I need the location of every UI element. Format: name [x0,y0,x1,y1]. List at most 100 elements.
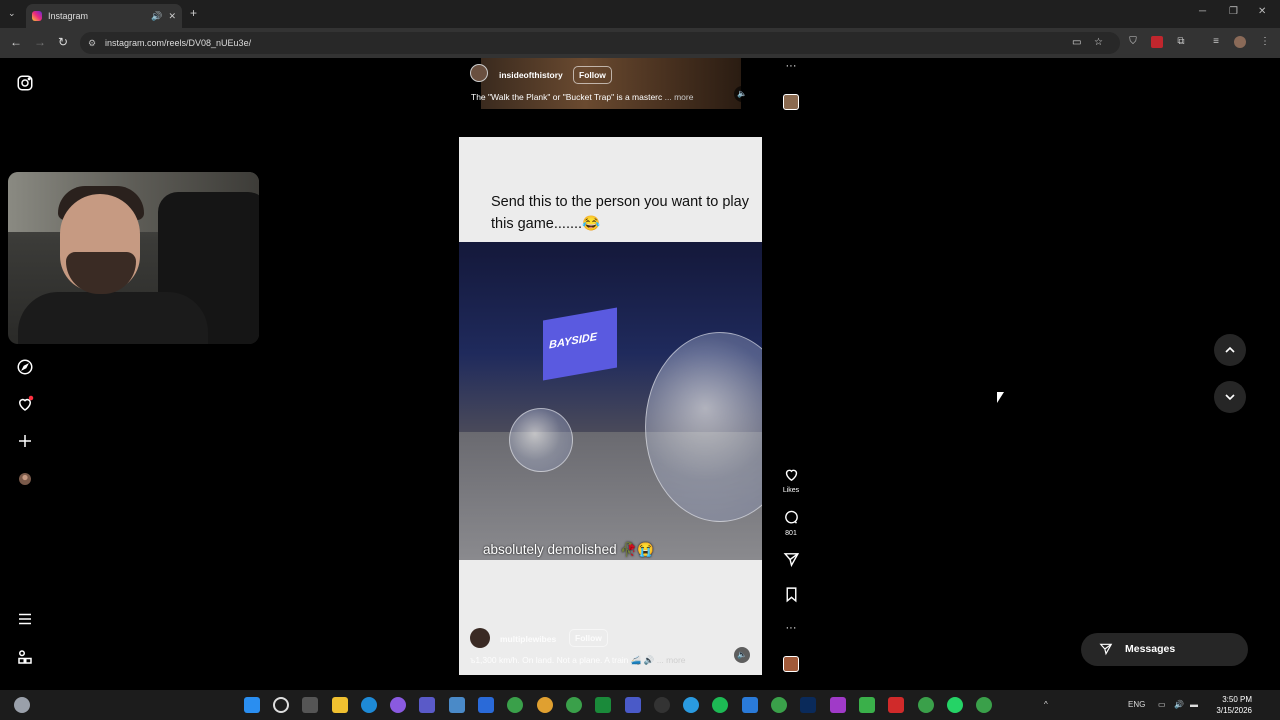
battery-icon[interactable]: ▬ [1190,700,1198,709]
reel-follow-button[interactable]: Follow [569,629,608,647]
language-indicator[interactable]: ENG [1128,700,1145,709]
previous-reel-follow-button[interactable]: Follow [573,66,612,84]
file-explorer-icon[interactable] [332,697,348,713]
app-green-icon[interactable] [859,697,875,713]
webcam-overlay [8,172,259,344]
messages-label: Messages [1125,643,1176,655]
site-info-icon[interactable]: ⚙ [88,32,96,54]
extensions-puzzle-icon[interactable]: ⧉ [1175,36,1187,48]
reel-volume-icon[interactable]: 🔈 [734,647,750,663]
search-icon[interactable] [273,697,289,713]
comment-icon[interactable] [782,509,800,531]
profile-avatar-icon[interactable] [1234,36,1246,48]
volume-icon[interactable]: 🔊 [1174,700,1184,709]
instagram-logo-icon[interactable] [16,74,34,92]
reel-audio-thumb[interactable] [783,656,799,672]
create-plus-icon[interactable] [16,432,34,450]
copilot-icon[interactable] [390,697,406,713]
windows-start-icon[interactable] [244,697,260,713]
previous-reel-caption: The "Walk the Plank" or "Bucket Trap" is… [471,92,693,102]
tray-chevron-icon[interactable]: ^ [1044,700,1048,709]
previous-reel-avatar[interactable] [470,64,488,82]
messages-button[interactable]: Messages [1081,633,1248,666]
vscode-icon[interactable] [742,697,758,713]
photos-icon[interactable] [449,697,465,713]
reel-video-frame: BAYSIDE absolutely demolished 🥀😭 [459,242,762,560]
previous-reel-username[interactable]: insideofthistory [499,70,563,80]
xbox-icon[interactable] [595,697,611,713]
reel-caption: ъ1,300 km/h. On land. Not a plane. A tra… [470,655,686,666]
previous-reel-volume-icon[interactable]: 🔈 [734,86,750,102]
current-reel-video[interactable]: Send this to the person you want to play… [459,137,762,675]
mouse-cursor [997,392,1004,403]
reload-icon[interactable]: ↻ [58,35,68,49]
media-control-icon[interactable]: ≡ [1210,36,1222,48]
chrome-icon-2[interactable] [771,697,787,713]
messages-send-icon [1099,643,1113,656]
previous-reel-audio-thumb[interactable] [783,94,799,110]
more-link[interactable]: ... more [657,655,686,665]
caption-text: The "Walk the Plank" or "Bucket Trap" is… [471,92,663,102]
more-link[interactable]: ... more [665,92,694,102]
previous-reel-button[interactable] [1214,334,1246,366]
telegram-icon[interactable] [683,697,699,713]
weather-widget-icon[interactable] [14,697,30,713]
chrome-active-icon[interactable] [918,697,934,713]
reel-more-icon[interactable]: ··· [782,622,800,634]
mail-icon[interactable] [478,697,494,713]
share-send-icon[interactable] [782,551,800,573]
clock-time: 3:50 PM [1222,695,1252,704]
save-bookmark-icon[interactable] [782,586,800,608]
new-tab-button[interactable]: + [190,6,197,20]
next-reel-button[interactable] [1214,381,1246,413]
close-window-button[interactable]: ✕ [1258,6,1266,17]
chrome-icon-3[interactable] [976,697,992,713]
teams-icon[interactable] [419,697,435,713]
app-icon[interactable] [625,697,641,713]
browser-toolbar: ← → ↻ ⚙ instagram.com/reels/DV08_nUEu3e/… [0,28,1280,58]
speaker-icon[interactable]: 🔊 [151,11,162,22]
video-caption-text: absolutely demolished 🥀😭 [483,542,654,557]
minimize-button[interactable]: ─ [1199,6,1206,17]
chrome-icon[interactable] [507,697,523,713]
forward-arrow-icon[interactable]: → [34,35,46,49]
tab-search-icon[interactable]: ⌄ [8,8,16,19]
spotify-icon[interactable] [712,697,728,713]
back-arrow-icon[interactable]: ← [10,35,22,49]
app-red-icon[interactable] [888,697,904,713]
reel-author-avatar[interactable] [470,628,490,648]
explore-icon[interactable] [16,358,34,376]
reel-overlay-text: Send this to the person you want to play… [491,194,749,232]
instagram-favicon-icon [32,11,42,21]
address-bar[interactable]: ⚙ instagram.com/reels/DV08_nUEu3e/ ▭ ☆ [80,32,1120,54]
system-clock[interactable]: 3:50 PM 3/15/2026 [1212,694,1252,716]
app-purple-icon[interactable] [830,697,846,713]
notifications-heart-icon[interactable] [16,395,34,413]
profile-avatar-icon[interactable] [16,470,34,488]
restore-button[interactable]: ❐ [1229,6,1238,17]
network-icon[interactable]: ▭ [1158,700,1166,709]
task-view-icon[interactable] [302,697,318,713]
browser-app-icon[interactable] [537,697,553,713]
tab-close-button[interactable]: ✕ [168,11,176,22]
photoshop-icon[interactable] [800,697,816,713]
kebab-menu-icon[interactable]: ⋮ [1259,36,1271,48]
previous-reel-more-icon[interactable]: ··· [782,60,800,72]
chrome-profile-icon[interactable] [566,697,582,713]
tab-instagram[interactable]: Instagram 🔊 ✕ [26,4,182,28]
more-apps-icon[interactable] [16,648,34,666]
menu-icon[interactable] [16,610,34,628]
caption-text: ъ1,300 km/h. On land. Not a plane. A tra… [470,655,655,665]
app-round-icon[interactable] [654,697,670,713]
shield-extension-icon[interactable]: ⛉ [1127,36,1139,48]
cast-icon[interactable]: ▭ [1072,32,1081,54]
reel-username[interactable]: multiplewibes [500,634,556,644]
like-heart-icon[interactable] [782,466,800,488]
windows-taskbar: ^ ENG ▭ 🔊 ▬ 3:50 PM 3/15/2026 [0,690,1280,720]
instagram-reels-page: insideofthistory Follow The "Walk the Pl… [0,58,1280,690]
edge-icon[interactable] [361,697,377,713]
red-extension-icon[interactable] [1151,36,1163,48]
comments-count: 801 [785,530,797,537]
bookmark-star-icon[interactable]: ☆ [1094,32,1103,54]
whatsapp-icon[interactable] [947,697,963,713]
